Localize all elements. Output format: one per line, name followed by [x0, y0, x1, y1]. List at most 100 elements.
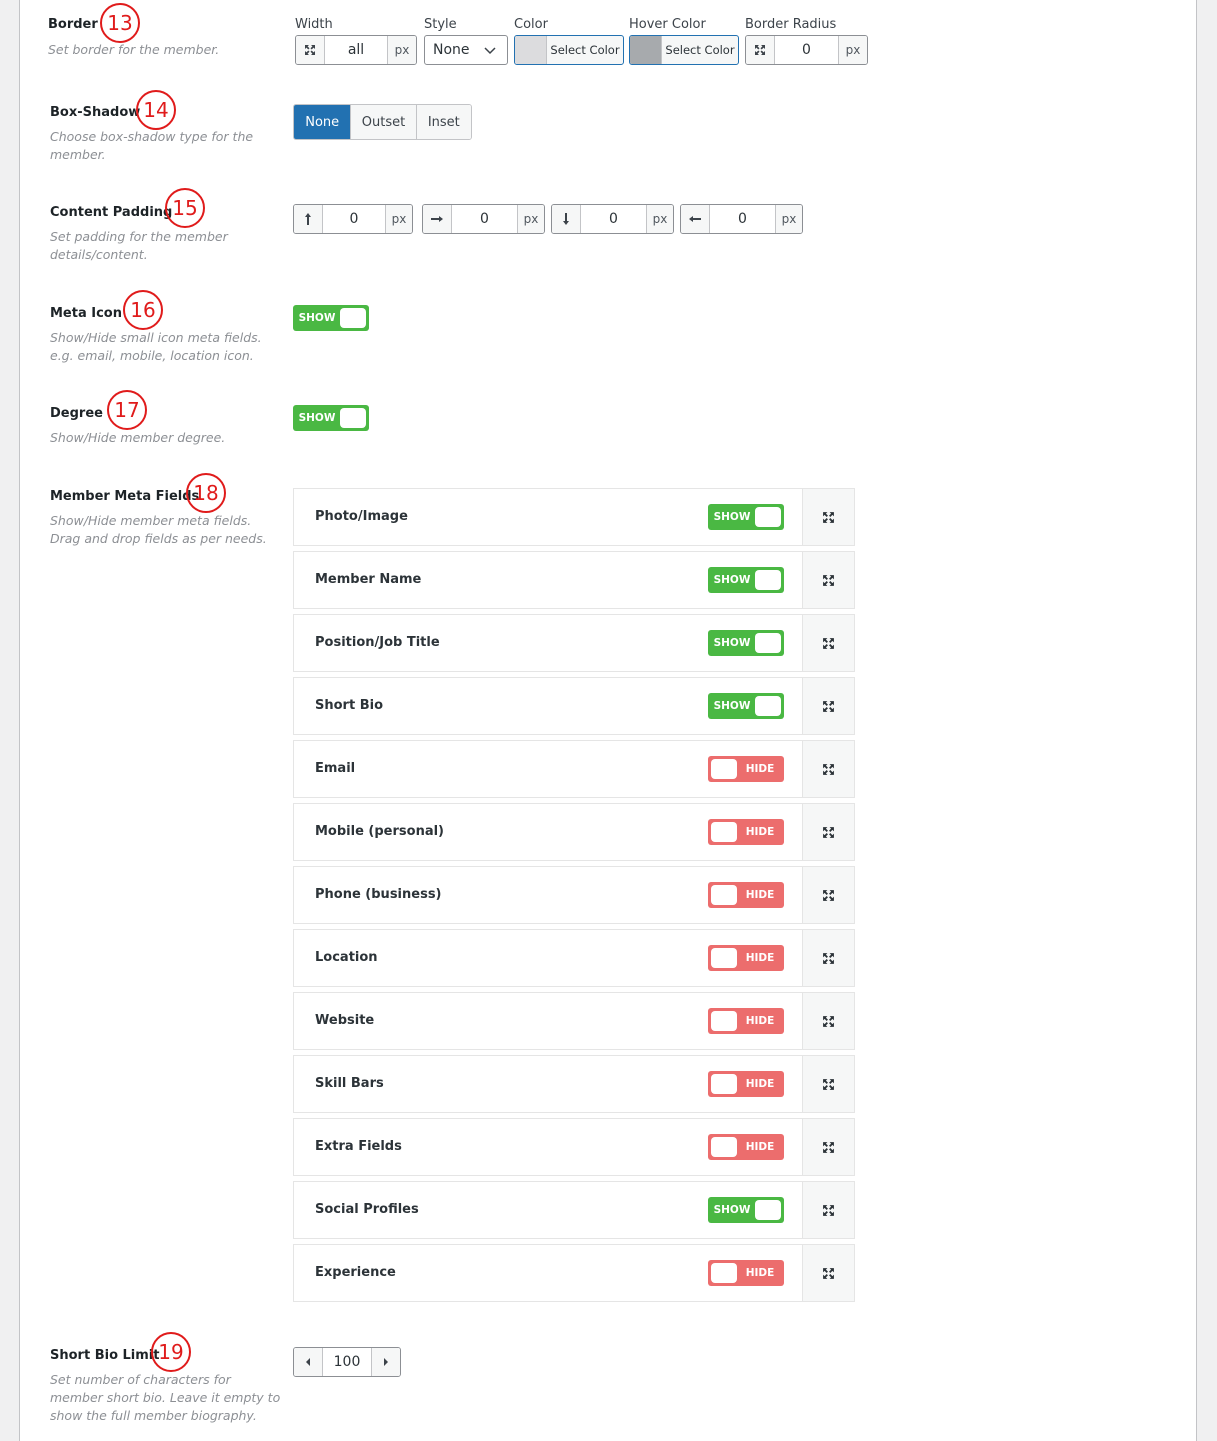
- drag-handle[interactable]: [803, 866, 855, 924]
- border-radius-value[interactable]: 0: [774, 36, 839, 64]
- meta-field-row[interactable]: Website HIDE: [293, 992, 855, 1050]
- meta-field-row[interactable]: Email HIDE: [293, 740, 855, 798]
- drag-handle[interactable]: [803, 1181, 855, 1239]
- border-width-input[interactable]: all px: [295, 35, 417, 65]
- annotation-badge-18: 18: [186, 473, 226, 513]
- drag-handle[interactable]: [803, 551, 855, 609]
- drag-handle[interactable]: [803, 929, 855, 987]
- meta-field-toggle[interactable]: HIDE: [708, 1260, 784, 1286]
- meta-field-name: Position/Job Title: [315, 635, 440, 650]
- short-bio-desc-line3: show the full member biography.: [50, 1408, 257, 1423]
- meta-field-name: Location: [315, 950, 378, 965]
- border-radius-input[interactable]: 0 px: [745, 35, 868, 65]
- meta-field-toggle[interactable]: HIDE: [708, 1134, 784, 1160]
- degree-toggle[interactable]: SHOW: [293, 405, 369, 431]
- meta-field-body: Mobile (personal) HIDE: [293, 803, 803, 861]
- border-label: Border: [48, 17, 98, 32]
- settings-panel: Border 13 Set border for the member. Wid…: [19, 0, 1197, 1441]
- border-color-picker[interactable]: Select Color: [514, 35, 624, 65]
- box-shadow-inset-button[interactable]: Inset: [416, 105, 471, 139]
- padding-top-value[interactable]: 0: [322, 205, 386, 233]
- drag-handle[interactable]: [803, 614, 855, 672]
- toggle-knob: [755, 633, 781, 653]
- annotation-badge-17: 17: [107, 390, 147, 430]
- meta-field-body: Extra Fields HIDE: [293, 1118, 803, 1176]
- padding-left-value[interactable]: 0: [709, 205, 776, 233]
- toggle-knob: [755, 696, 781, 716]
- hover-color-picker[interactable]: Select Color: [629, 35, 739, 65]
- short-bio-limit-value[interactable]: 100: [322, 1348, 372, 1376]
- border-color-label: Color: [514, 17, 548, 32]
- drag-handle[interactable]: [803, 488, 855, 546]
- meta-field-row[interactable]: Position/Job Title SHOW: [293, 614, 855, 672]
- move-icon: [823, 637, 834, 649]
- padding-bottom-value[interactable]: 0: [580, 205, 647, 233]
- color-swatch: [515, 36, 547, 64]
- meta-field-toggle[interactable]: HIDE: [708, 1008, 784, 1034]
- meta-field-toggle[interactable]: HIDE: [708, 945, 784, 971]
- meta-field-toggle[interactable]: HIDE: [708, 756, 784, 782]
- meta-field-body: Position/Job Title SHOW: [293, 614, 803, 672]
- meta-field-row[interactable]: Phone (business) HIDE: [293, 866, 855, 924]
- padding-bottom-unit: px: [647, 205, 673, 233]
- decrement-button[interactable]: [294, 1348, 322, 1376]
- arrow-left-icon: [681, 205, 709, 233]
- meta-field-body: Short Bio SHOW: [293, 677, 803, 735]
- drag-handle[interactable]: [803, 677, 855, 735]
- annotation-badge-14: 14: [136, 90, 176, 130]
- meta-field-toggle[interactable]: SHOW: [708, 630, 784, 656]
- meta-field-toggle[interactable]: HIDE: [708, 819, 784, 845]
- drag-handle[interactable]: [803, 1055, 855, 1113]
- box-shadow-none-button[interactable]: None: [294, 105, 352, 139]
- border-style-select[interactable]: None: [424, 35, 508, 65]
- drag-handle[interactable]: [803, 803, 855, 861]
- meta-field-row[interactable]: Location HIDE: [293, 929, 855, 987]
- box-shadow-outset-button[interactable]: Outset: [351, 105, 417, 139]
- meta-icon-toggle[interactable]: SHOW: [293, 305, 369, 331]
- move-icon: [823, 889, 834, 901]
- padding-right-input[interactable]: 0 px: [422, 204, 545, 234]
- meta-field-name: Extra Fields: [315, 1139, 402, 1154]
- short-bio-limit-stepper: 100: [293, 1347, 401, 1377]
- meta-field-toggle[interactable]: SHOW: [708, 1197, 784, 1223]
- meta-field-toggle[interactable]: HIDE: [708, 882, 784, 908]
- meta-icon-description: Show/Hide small icon meta fields. e.g. e…: [50, 329, 262, 365]
- short-bio-limit-label: Short Bio Limit: [50, 1348, 160, 1363]
- content-padding-desc-line1: Set padding for the member: [50, 229, 228, 244]
- meta-field-row[interactable]: Social Profiles SHOW: [293, 1181, 855, 1239]
- annotation-badge-19: 19: [151, 1332, 191, 1372]
- meta-field-toggle[interactable]: HIDE: [708, 1071, 784, 1097]
- meta-field-name: Skill Bars: [315, 1076, 384, 1091]
- toggle-knob: [340, 308, 366, 328]
- drag-handle[interactable]: [803, 992, 855, 1050]
- border-width-value[interactable]: all: [324, 36, 388, 64]
- drag-handle[interactable]: [803, 740, 855, 798]
- increment-button[interactable]: [372, 1348, 400, 1376]
- toggle-state-label: HIDE: [745, 1267, 775, 1279]
- meta-field-toggle[interactable]: SHOW: [708, 567, 784, 593]
- border-width-unit: px: [388, 36, 416, 64]
- padding-right-value[interactable]: 0: [451, 205, 518, 233]
- meta-field-row[interactable]: Skill Bars HIDE: [293, 1055, 855, 1113]
- move-icon: [823, 1141, 834, 1153]
- meta-field-row[interactable]: Short Bio SHOW: [293, 677, 855, 735]
- padding-bottom-input[interactable]: 0 px: [551, 204, 674, 234]
- meta-field-row[interactable]: Experience HIDE: [293, 1244, 855, 1302]
- meta-icon-label: Meta Icon: [50, 306, 122, 321]
- meta-field-row[interactable]: Mobile (personal) HIDE: [293, 803, 855, 861]
- meta-field-row[interactable]: Member Name SHOW: [293, 551, 855, 609]
- toggle-state-label: SHOW: [713, 700, 751, 712]
- meta-field-row[interactable]: Extra Fields HIDE: [293, 1118, 855, 1176]
- move-icon: [823, 1204, 834, 1216]
- move-icon: [823, 574, 834, 586]
- meta-field-toggle[interactable]: SHOW: [708, 693, 784, 719]
- toggle-state-label: SHOW: [298, 312, 336, 324]
- meta-field-name: Photo/Image: [315, 509, 408, 524]
- padding-left-input[interactable]: 0 px: [680, 204, 803, 234]
- meta-field-name: Social Profiles: [315, 1202, 419, 1217]
- meta-field-toggle[interactable]: SHOW: [708, 504, 784, 530]
- padding-top-input[interactable]: 0 px: [293, 204, 413, 234]
- drag-handle[interactable]: [803, 1118, 855, 1176]
- meta-field-row[interactable]: Photo/Image SHOW: [293, 488, 855, 546]
- drag-handle[interactable]: [803, 1244, 855, 1302]
